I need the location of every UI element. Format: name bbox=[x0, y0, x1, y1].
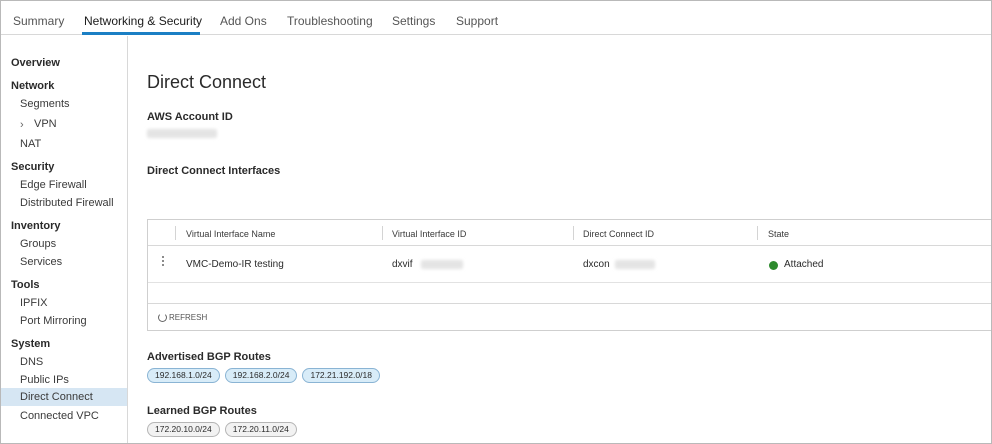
column-separator bbox=[757, 226, 758, 240]
table-header: Virtual Interface Name Virtual Interface… bbox=[148, 220, 991, 246]
sidebar-item-port-mirroring[interactable]: Port Mirroring bbox=[20, 315, 87, 327]
redacted-vif-id bbox=[421, 260, 463, 269]
route-chip: 172.21.192.0/18 bbox=[302, 368, 380, 383]
redacted-account-id bbox=[147, 129, 217, 138]
route-chip: 192.168.2.0/24 bbox=[224, 368, 298, 383]
refresh-label: REFRESH bbox=[169, 313, 208, 322]
sidebar-item-segments[interactable]: Segments bbox=[20, 98, 70, 110]
main-content: Direct Connect AWS Account ID Direct Con… bbox=[129, 36, 991, 443]
table-footer: REFRESH bbox=[148, 303, 991, 331]
row-actions-icon[interactable] bbox=[160, 255, 166, 269]
route-chip: 172.20.11.0/24 bbox=[224, 422, 297, 437]
sidebar-item-connected-vpc[interactable]: Connected VPC bbox=[20, 410, 99, 422]
route-chip: 172.20.10.0/24 bbox=[147, 422, 220, 437]
sidebar-section-system: System bbox=[11, 338, 51, 350]
learned-routes-list: 172.20.10.0/24 172.20.11.0/24 bbox=[147, 422, 297, 437]
tab-troubleshooting[interactable]: Troubleshooting bbox=[287, 14, 373, 28]
cell-vif-id: dxvif bbox=[392, 259, 413, 270]
direct-connect-interfaces-label: Direct Connect Interfaces bbox=[147, 165, 281, 177]
learned-bgp-routes-label: Learned BGP Routes bbox=[147, 405, 257, 417]
redacted-dx-id bbox=[615, 260, 655, 269]
attached-status-icon bbox=[769, 261, 778, 270]
sidebar-item-public-ips[interactable]: Public IPs bbox=[20, 374, 69, 386]
sidebar-section-tools: Tools bbox=[11, 279, 40, 291]
table-row[interactable]: VMC-Demo-IR testing dxvif dxcon Attached bbox=[148, 247, 991, 283]
top-tab-bar: Summary Networking & Security Add Ons Tr… bbox=[1, 1, 991, 35]
column-header-vif-name[interactable]: Virtual Interface Name bbox=[186, 229, 275, 239]
sidebar-section-inventory: Inventory bbox=[11, 220, 61, 232]
sidebar-item-edge-firewall[interactable]: Edge Firewall bbox=[20, 179, 87, 191]
sidebar-item-overview[interactable]: Overview bbox=[11, 57, 60, 69]
column-header-state[interactable]: State bbox=[768, 229, 789, 239]
refresh-button[interactable]: REFRESH bbox=[158, 313, 207, 322]
column-separator bbox=[175, 226, 176, 240]
advertised-bgp-routes-label: Advertised BGP Routes bbox=[147, 351, 271, 363]
tab-summary[interactable]: Summary bbox=[13, 14, 64, 28]
app-window: Summary Networking & Security Add Ons Tr… bbox=[0, 0, 992, 444]
sidebar-section-security: Security bbox=[11, 161, 55, 173]
sidebar-nav: Overview Network Segments › VPN NAT Secu… bbox=[1, 36, 128, 443]
sidebar-section-network: Network bbox=[11, 80, 55, 92]
cell-vif-name: VMC-Demo-IR testing bbox=[186, 259, 284, 270]
sidebar-item-nat[interactable]: NAT bbox=[20, 138, 41, 150]
sidebar-item-direct-connect[interactable]: Direct Connect bbox=[1, 388, 127, 406]
refresh-icon bbox=[158, 313, 167, 322]
cell-dx-id: dxcon bbox=[583, 259, 610, 270]
active-tab-indicator bbox=[82, 32, 200, 35]
tab-support[interactable]: Support bbox=[456, 14, 498, 28]
tab-networking-security[interactable]: Networking & Security bbox=[84, 14, 202, 28]
aws-account-id-label: AWS Account ID bbox=[147, 111, 233, 123]
advertised-routes-list: 192.168.1.0/24 192.168.2.0/24 172.21.192… bbox=[147, 368, 380, 383]
sidebar-item-dns[interactable]: DNS bbox=[20, 356, 43, 368]
sidebar-item-groups[interactable]: Groups bbox=[20, 238, 56, 250]
sidebar-item-vpn[interactable]: VPN bbox=[34, 118, 57, 130]
route-chip: 192.168.1.0/24 bbox=[147, 368, 220, 383]
interfaces-table: Virtual Interface Name Virtual Interface… bbox=[147, 219, 991, 331]
tab-add-ons[interactable]: Add Ons bbox=[220, 14, 267, 28]
column-header-vif-id[interactable]: Virtual Interface ID bbox=[392, 229, 466, 239]
tab-settings[interactable]: Settings bbox=[392, 14, 435, 28]
sidebar-item-services[interactable]: Services bbox=[20, 256, 62, 268]
column-separator bbox=[382, 226, 383, 240]
chevron-right-icon[interactable]: › bbox=[20, 119, 24, 131]
cell-state: Attached bbox=[784, 259, 824, 270]
sidebar-item-ipfix[interactable]: IPFIX bbox=[20, 297, 48, 309]
sidebar-item-distributed-firewall[interactable]: Distributed Firewall bbox=[20, 197, 114, 209]
column-header-dx-id[interactable]: Direct Connect ID bbox=[583, 229, 654, 239]
page-title: Direct Connect bbox=[147, 72, 267, 92]
column-separator bbox=[573, 226, 574, 240]
